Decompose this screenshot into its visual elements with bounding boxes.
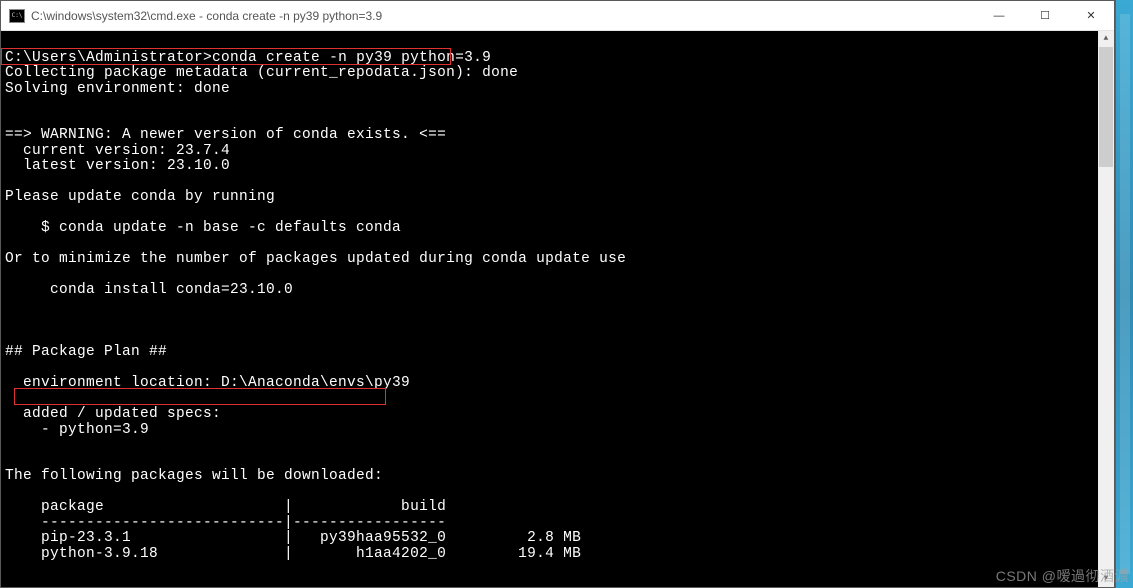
maximize-button[interactable]: ☐ — [1022, 1, 1068, 30]
output-line: Collecting package metadata (current_rep… — [5, 65, 518, 81]
terminal-content[interactable]: C:\Users\Administrator>conda create -n p… — [1, 31, 1114, 587]
scroll-up-arrow[interactable]: ▲ — [1098, 31, 1114, 47]
output-line: $ conda update -n base -c defaults conda — [5, 220, 401, 236]
table-row: python-3.9.18 | h1aa4202_0 19.4 MB — [5, 546, 581, 562]
minimize-button[interactable]: — — [976, 1, 1022, 30]
output-line: Solving environment: done — [5, 81, 230, 97]
watermark: CSDN @嗳過彻酒濃 — [996, 566, 1129, 586]
output-line: Or to minimize the number of packages up… — [5, 251, 626, 267]
cmd-icon — [9, 9, 25, 23]
table-divider: ---------------------------|------------… — [5, 515, 446, 531]
entered-command: conda create -n py39 python=3.9 — [212, 50, 491, 66]
prompt-line: C:\Users\Administrator>conda create -n p… — [5, 50, 491, 66]
table-header: package | build — [5, 499, 446, 515]
background-strip — [1115, 0, 1133, 588]
titlebar[interactable]: C:\windows\system32\cmd.exe - conda crea… — [1, 1, 1114, 31]
output-line: current version: 23.7.4 — [5, 143, 230, 159]
output-line: The following packages will be downloade… — [5, 468, 383, 484]
cmd-window: C:\windows\system32\cmd.exe - conda crea… — [0, 0, 1115, 588]
output-line: ## Package Plan ## — [5, 344, 167, 360]
output-line: latest version: 23.10.0 — [5, 158, 230, 174]
window-title: C:\windows\system32\cmd.exe - conda crea… — [31, 9, 976, 23]
output-line: Please update conda by running — [5, 189, 275, 205]
window-controls: — ☐ ✕ — [976, 1, 1114, 30]
output-line: - python=3.9 — [5, 422, 149, 438]
table-row: pip-23.3.1 | py39haa95532_0 2.8 MB — [5, 530, 581, 546]
scrollbar[interactable]: ▲ ▼ — [1098, 31, 1114, 587]
env-location-line: environment location: D:\Anaconda\envs\p… — [5, 375, 410, 391]
output-line: conda install conda=23.10.0 — [5, 282, 293, 298]
output-line: added / updated specs: — [5, 406, 221, 422]
close-button[interactable]: ✕ — [1068, 1, 1114, 30]
prompt-prefix: C:\Users\Administrator> — [5, 50, 212, 66]
scrollbar-thumb[interactable] — [1099, 47, 1113, 167]
output-line: ==> WARNING: A newer version of conda ex… — [5, 127, 446, 143]
